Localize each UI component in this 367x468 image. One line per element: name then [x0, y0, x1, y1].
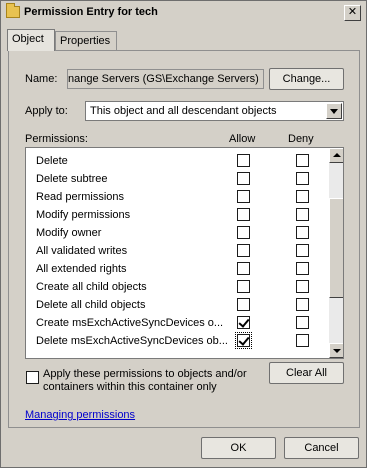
permission-name: All extended rights — [36, 263, 127, 275]
apply-only-label-line2: containers within this container only — [43, 381, 217, 393]
change-button[interactable]: Change... — [269, 68, 344, 90]
scroll-down-button[interactable] — [329, 343, 343, 358]
allow-checkbox[interactable] — [237, 226, 250, 239]
tab-object[interactable]: Object — [7, 29, 55, 51]
scroll-thumb[interactable] — [329, 198, 343, 298]
permission-name: Delete msExchActiveSyncDevices ob... — [36, 335, 228, 347]
deny-checkbox[interactable] — [296, 280, 309, 293]
allow-checkbox[interactable] — [237, 316, 250, 329]
permissions-label: Permissions: — [25, 133, 88, 145]
allow-checkbox[interactable] — [237, 280, 250, 293]
permission-row: Delete all child objects — [26, 296, 328, 314]
permission-row: Delete subtree — [26, 170, 328, 188]
deny-checkbox[interactable] — [296, 334, 309, 347]
apply-to-label: Apply to: — [25, 105, 68, 117]
allow-checkbox[interactable] — [237, 208, 250, 221]
apply-only-checkbox[interactable] — [26, 371, 39, 384]
allow-checkbox[interactable] — [237, 298, 250, 311]
window-title: Permission Entry for tech — [24, 6, 158, 18]
permission-row: All extended rights — [26, 260, 328, 278]
permission-row: Delete — [26, 152, 328, 170]
allow-checkbox[interactable] — [237, 154, 250, 167]
permissions-list: Delete Delete subtree Read permissions Modi… — [25, 147, 344, 359]
deny-checkbox[interactable] — [296, 172, 309, 185]
tab-properties[interactable]: Properties — [55, 31, 117, 51]
name-label: Name: — [25, 73, 58, 85]
deny-checkbox[interactable] — [296, 208, 309, 221]
chevron-down-icon[interactable] — [326, 103, 342, 119]
ok-button[interactable]: OK — [201, 437, 276, 459]
permission-row: Read permissions — [26, 188, 328, 206]
permission-name: Delete subtree — [36, 173, 108, 185]
allow-checkbox[interactable] — [237, 244, 250, 257]
title-bar: Permission Entry for tech ✕ — [2, 2, 365, 24]
deny-checkbox[interactable] — [296, 262, 309, 275]
permissions-scrollbar[interactable] — [329, 148, 343, 358]
permission-row: Modify owner — [26, 224, 328, 242]
clear-all-button[interactable]: Clear All — [269, 362, 344, 384]
permission-name: Delete — [36, 155, 68, 167]
permission-name: Create msExchActiveSyncDevices o... — [36, 317, 224, 329]
folder-icon — [6, 3, 20, 18]
permission-name: All validated writes — [36, 245, 128, 257]
scroll-up-button[interactable] — [329, 148, 343, 163]
allow-checkbox[interactable] — [235, 332, 252, 349]
name-value: nange Servers (GS\Exchange Servers) — [68, 73, 259, 85]
allow-checkbox[interactable] — [237, 172, 250, 185]
deny-checkbox[interactable] — [296, 298, 309, 311]
permission-name: Read permissions — [36, 191, 125, 203]
allow-header: Allow — [229, 133, 256, 145]
deny-checkbox[interactable] — [296, 226, 309, 239]
apply-to-select[interactable]: This object and all descendant objects — [85, 101, 344, 121]
allow-checkbox[interactable] — [237, 262, 250, 275]
deny-checkbox[interactable] — [296, 316, 309, 329]
managing-permissions-link[interactable]: Managing permissions — [25, 409, 135, 421]
permission-row: Delete msExchActiveSyncDevices ob... — [26, 332, 328, 350]
permission-name: Delete all child objects — [36, 299, 146, 311]
permission-name: Modify owner — [36, 227, 102, 239]
close-button[interactable]: ✕ — [344, 5, 361, 21]
permission-row: Create msExchActiveSyncDevices o... — [26, 314, 328, 332]
deny-header: Deny — [288, 133, 314, 145]
deny-checkbox[interactable] — [296, 190, 309, 203]
permission-row: Modify permissions — [26, 206, 328, 224]
apply-to-value: This object and all descendant objects — [90, 105, 277, 117]
permission-name: Create all child objects — [36, 281, 147, 293]
name-field: nange Servers (GS\Exchange Servers) — [67, 69, 264, 89]
cancel-button[interactable]: Cancel — [284, 437, 359, 459]
permission-name: Modify permissions — [36, 209, 131, 221]
apply-only-label-line1: Apply these permissions to objects and/o… — [43, 368, 247, 380]
deny-checkbox[interactable] — [296, 244, 309, 257]
permission-entry-dialog: Permission Entry for tech ✕ Object Prope… — [0, 0, 367, 468]
deny-checkbox[interactable] — [296, 154, 309, 167]
permission-row: Create all child objects — [26, 278, 328, 296]
allow-checkbox[interactable] — [237, 190, 250, 203]
permission-row: All validated writes — [26, 242, 328, 260]
